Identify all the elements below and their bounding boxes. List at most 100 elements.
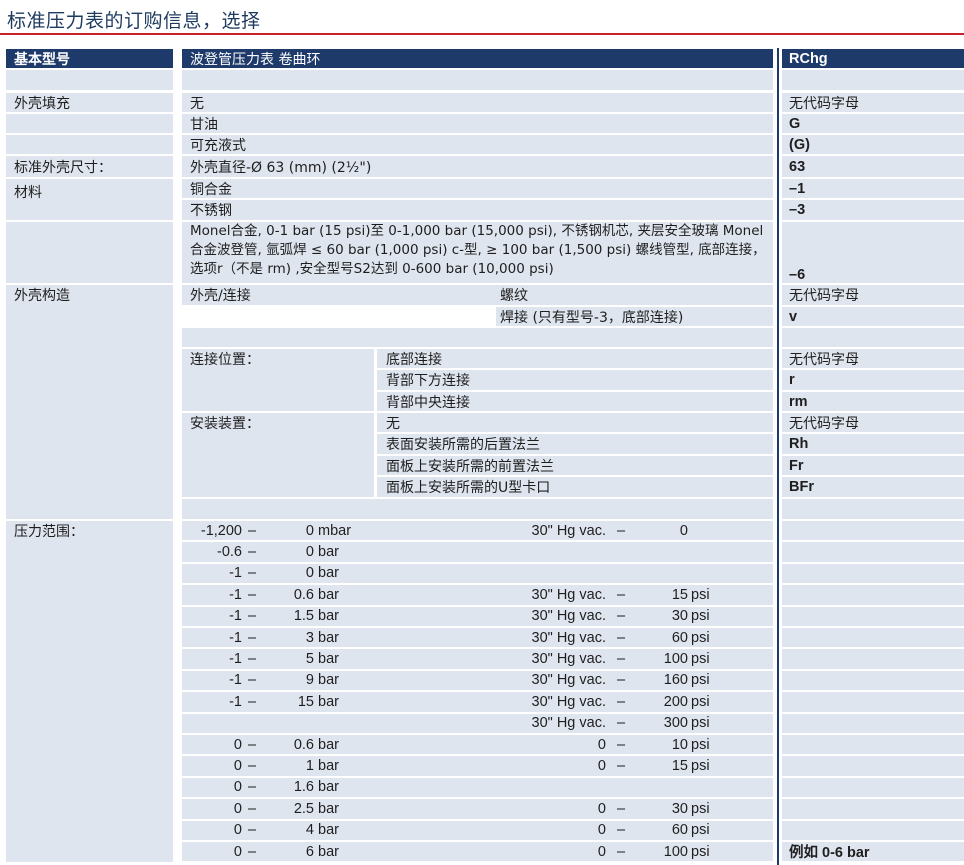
range-dash: –: [248, 672, 257, 689]
mounting-option: 面板上安装所需的U型卡口: [386, 480, 551, 496]
mounting-row: 面板上安装所需的U型卡口 BFr: [0, 476, 964, 499]
range-hg-dash: –: [617, 651, 626, 668]
material-monel-row: Monel合金, 0-1 bar (15 psi)至 0-1,000 bar (…: [0, 221, 964, 284]
pressure-range-label: 压力范围：: [14, 523, 84, 540]
range-hg-from: 0: [597, 736, 606, 753]
range-unit: bar: [318, 651, 339, 668]
range-hg-from: 30" Hg vac.: [531, 586, 606, 603]
case-size-label: 标准外壳尺寸：: [14, 159, 112, 176]
range-from: -1,200: [200, 522, 242, 539]
header-description: 波登管压力表 卷曲环: [190, 51, 321, 68]
mounting-code: BFr: [789, 479, 814, 495]
range-hg-to: [650, 563, 688, 584]
range-hg-to: 30: [671, 608, 688, 625]
range-hg-unit: psi: [691, 629, 710, 646]
case-fill-code: 无代码字母: [789, 95, 859, 112]
range-hg-to: 60: [671, 629, 688, 646]
range-hg-to: 100: [663, 651, 688, 668]
range-unit: bar: [318, 544, 339, 561]
range-hg-from: [480, 541, 606, 562]
range-dash: [248, 713, 260, 734]
connection-option: 背部中央连接: [386, 394, 470, 411]
code-column-divider: [777, 48, 779, 865]
range-hg-to: 300: [663, 715, 688, 732]
material-option: 铜合金: [190, 181, 232, 198]
construction-row: 外壳构造 外壳/连接 螺纹 无代码字母: [0, 284, 964, 307]
range-from: 0: [233, 800, 242, 817]
range-from: -1: [229, 629, 242, 646]
connection-row: 背部下方连接 r: [0, 369, 964, 392]
range-unit: bar: [318, 693, 339, 710]
mounting-row: 安装装置： 无 无代码字母: [0, 412, 964, 434]
range-hg-from: 0: [597, 843, 606, 860]
range-hg-dash: –: [617, 608, 626, 625]
range-hg-to: 15: [671, 758, 688, 775]
material-option: 不锈钢: [190, 203, 232, 219]
range-hg-from: 30" Hg vac.: [531, 715, 606, 732]
pressure-range-row: -1–9 bar 30" Hg vac. –160 psi: [0, 669, 964, 693]
range-unit: bar: [318, 629, 339, 646]
range-hg-unit: psi: [691, 651, 710, 668]
mounting-option: 面板上安装所需的前置法兰: [386, 458, 554, 475]
mounting-code: Fr: [789, 457, 804, 474]
pressure-range-row: -1–15 bar 30" Hg vac. –200 psi: [0, 691, 964, 714]
connection-option: 背部下方连接: [386, 373, 470, 389]
range-hg-from: 0: [597, 822, 606, 839]
construction-code: 无代码字母: [789, 288, 859, 304]
connection-row: 连接位置： 底部连接 无代码字母: [0, 348, 964, 370]
range-unit: bar: [318, 779, 339, 796]
range-hg-from: [480, 563, 606, 584]
range-from: -1: [229, 608, 242, 625]
range-dash: –: [248, 586, 257, 603]
range-to: 2.5: [293, 800, 314, 817]
range-to: 1: [305, 758, 314, 775]
range-hg-from: 30" Hg vac.: [531, 522, 606, 539]
pressure-range-row: 0– 1.6 bar: [0, 776, 964, 800]
range-hg-unit: psi: [691, 800, 710, 817]
header-label: 基本型号: [14, 51, 70, 68]
material-monel-code: –6: [789, 267, 806, 283]
range-unit: bar: [318, 608, 339, 625]
range-hg-from: [480, 777, 606, 798]
range-dash: –: [248, 779, 257, 796]
range-hg-from: 0: [597, 800, 606, 817]
range-from: 0: [233, 736, 242, 753]
pressure-range-row: 0–2.5 bar 0–30 psi: [0, 798, 964, 821]
connection-code: 无代码字母: [789, 351, 859, 368]
range-hg-dash: [617, 777, 629, 798]
construction-sub-label: 外壳/连接: [190, 288, 251, 304]
range-to: 1.5: [293, 608, 314, 625]
range-hg-to: 10: [671, 736, 688, 753]
case-fill-code: (G): [789, 136, 810, 153]
range-unit: bar: [318, 672, 339, 689]
range-hg-from: 0: [597, 758, 606, 775]
pressure-range-row: 30" Hg vac. – 300 psi: [0, 712, 964, 735]
range-to: 1.6: [293, 779, 314, 796]
range-hg-to: 30: [671, 800, 688, 817]
pressure-range-row: 0–6 bar 0–100 psi 例如 0-6 bar: [0, 841, 964, 863]
spacer-row: [0, 69, 964, 91]
range-hg-dash: –: [617, 822, 626, 839]
material-row: 材料 铜合金 –1: [0, 178, 964, 201]
range-to: 5: [305, 651, 314, 668]
pressure-range-row: -1–1.5 bar 30" Hg vac. –30 psi: [0, 605, 964, 628]
range-dash: –: [248, 651, 257, 668]
range-dash: –: [248, 565, 257, 582]
range-hg-unit: psi: [691, 608, 710, 625]
range-hg-to: 160: [663, 672, 688, 689]
range-hg-dash: –: [617, 586, 626, 603]
pressure-range-row: -1–0.6 bar 30" Hg vac. –15 psi: [0, 584, 964, 607]
range-unit: bar: [318, 822, 339, 839]
mounting-row: 表面安装所需的后置法兰 Rh: [0, 433, 964, 456]
range-from: -1: [229, 693, 242, 710]
mounting-label: 安装装置：: [190, 415, 260, 432]
range-hg-unit: psi: [691, 843, 710, 860]
range-hg-from: 30" Hg vac.: [531, 629, 606, 646]
material-monel-description: Monel合金, 0-1 bar (15 psi)至 0-1,000 bar (…: [190, 223, 766, 277]
range-dash: –: [248, 758, 257, 775]
range-to: 6: [305, 843, 314, 860]
range-hg-dash: –: [617, 843, 626, 860]
mounting-option: 表面安装所需的后置法兰: [386, 437, 540, 453]
case-fill-code: G: [789, 115, 801, 132]
range-dash: –: [248, 629, 257, 646]
